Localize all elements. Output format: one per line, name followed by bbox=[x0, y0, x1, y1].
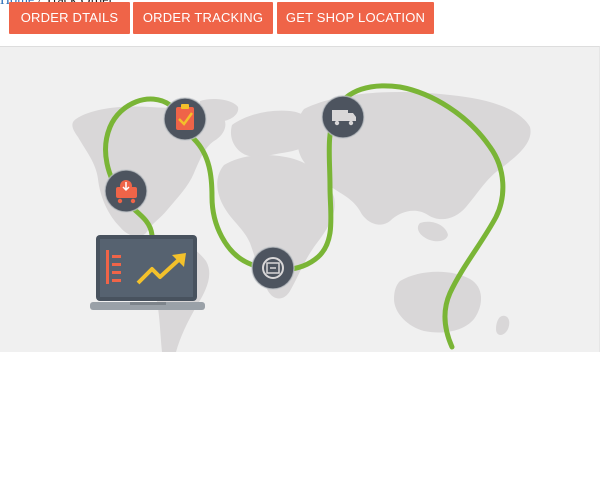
tab-order-details[interactable]: ORDER DTAILS bbox=[9, 2, 130, 34]
tab-get-shop-location[interactable]: GET SHOP LOCATION bbox=[277, 2, 434, 34]
new-zealand-shape bbox=[496, 315, 510, 335]
tracking-map-illustration bbox=[72, 83, 531, 352]
stage-marker-truck[interactable] bbox=[321, 95, 365, 139]
tracking-map-panel bbox=[0, 46, 600, 352]
world-map bbox=[72, 91, 531, 352]
stage-marker-checklist[interactable] bbox=[163, 97, 207, 141]
southeast-asia-islands-shape bbox=[417, 221, 448, 242]
australia-shape bbox=[394, 271, 482, 333]
laptop-analytics-illustration bbox=[90, 235, 205, 310]
tab-order-tracking[interactable]: ORDER TRACKING bbox=[133, 2, 273, 34]
stage-marker-cart[interactable] bbox=[104, 169, 148, 213]
checklist-icon bbox=[176, 104, 194, 130]
stage-marker-box[interactable] bbox=[251, 246, 295, 290]
